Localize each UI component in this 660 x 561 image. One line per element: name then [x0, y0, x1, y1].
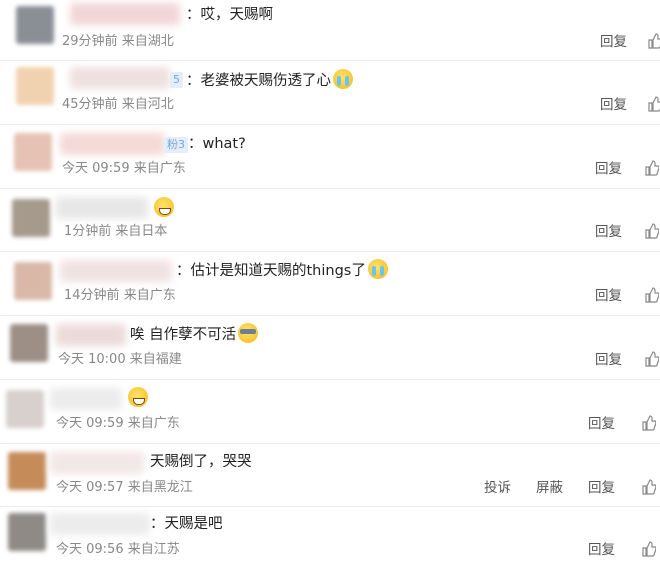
comment-text: 天赐倒了，哭哭 [150, 451, 252, 473]
reply-button[interactable]: 回复 [600, 33, 627, 51]
comment-time: 45分钟前 [62, 97, 118, 112]
reply-button[interactable]: 回复 [600, 96, 627, 114]
comment-location: 来自日本 [115, 224, 168, 239]
reply-button[interactable]: 回复 [595, 351, 622, 369]
comment-meta: 29分钟前 来自湖北 [62, 33, 174, 51]
comment-time: 今天 09:59 [62, 161, 130, 176]
comment-item: ：天赐是吧 今天 09:56 来自江苏 回复 [0, 507, 660, 559]
avatar[interactable] [12, 199, 50, 237]
crying-emoji-icon [333, 69, 353, 89]
comment-text: ：哎，天赐啊 [186, 4, 273, 26]
username-blurred[interactable] [56, 197, 148, 219]
comment-time: 今天 09:59 [56, 416, 124, 431]
comment-item: 1分钟前 来自日本 回复 [0, 189, 660, 251]
thumbs-up-icon[interactable] [648, 33, 660, 49]
thumbs-up-icon[interactable] [642, 541, 657, 557]
comment-meta: 今天 09:56 来自江苏 [56, 541, 180, 559]
comment-location: 来自黑龙江 [127, 480, 193, 495]
comment-location: 来自湖北 [121, 34, 174, 49]
comment-item: 5 ：老婆被天赐伤透了心 45分钟前 来自河北 回复 [0, 61, 660, 124]
username-blurred[interactable] [50, 452, 144, 474]
thumbs-up-icon[interactable] [645, 160, 660, 176]
thumbs-up-icon[interactable] [648, 96, 660, 112]
avatar[interactable] [6, 390, 44, 428]
username-blurred[interactable] [50, 513, 150, 535]
comment-time: 14分钟前 [64, 288, 120, 303]
comment-location: 来自广东 [127, 416, 180, 431]
reply-button[interactable]: 回复 [588, 415, 615, 433]
comment-text-content: ：哎，天赐啊 [186, 7, 273, 23]
thumbs-up-icon[interactable] [645, 351, 660, 367]
thumbs-up-icon[interactable] [645, 287, 660, 303]
comment-item: 天赐倒了，哭哭 今天 09:57 来自黑龙江 投诉 屏蔽 回复 [0, 444, 660, 506]
username-blurred[interactable] [56, 324, 126, 346]
comment-time: 今天 09:57 [56, 480, 124, 495]
comment-location: 来自广东 [133, 161, 186, 176]
grinning-emoji-icon [154, 197, 174, 217]
reply-button[interactable]: 回复 [588, 541, 615, 559]
avatar[interactable] [14, 133, 52, 171]
comment-location: 来自江苏 [127, 542, 180, 557]
avatar[interactable] [8, 513, 46, 551]
comment-text: ：what? [188, 133, 246, 155]
comment-location: 来自广东 [123, 288, 176, 303]
avatar[interactable] [8, 452, 46, 490]
comment-location: 来自河北 [121, 97, 174, 112]
comment-text: ：老婆被天赐伤透了心 [186, 69, 353, 91]
reply-button[interactable]: 回复 [595, 223, 622, 241]
comment-text [152, 197, 174, 219]
comment-text-content: ：what? [188, 136, 246, 152]
comment-meta: 今天 09:59 来自广东 [56, 415, 180, 433]
avatar[interactable] [14, 262, 52, 300]
thumbs-up-icon[interactable] [642, 415, 657, 431]
comment-text-content: 天赐倒了，哭哭 [150, 454, 252, 470]
comment-time: 今天 10:00 [58, 352, 126, 367]
comment-text: 唉 自作孽不可活 [130, 323, 259, 345]
username-blurred[interactable] [60, 260, 172, 282]
comment-meta: 今天 09:57 来自黑龙江 [56, 479, 193, 497]
username-blurred[interactable] [70, 67, 170, 89]
avatar[interactable] [16, 6, 54, 44]
comment-meta: 45分钟前 来自河北 [62, 96, 174, 114]
reply-button[interactable]: 回复 [595, 160, 622, 178]
comment-item: 今天 09:59 来自广东 回复 [0, 380, 660, 443]
comment-text-content: ：老婆被天赐伤透了心 [186, 73, 331, 89]
report-button[interactable]: 投诉 [484, 479, 511, 497]
comment-text: ：估计是知道天赐的things了 [176, 259, 388, 281]
comment-meta: 今天 09:59 来自广东 [62, 160, 186, 178]
grinning-emoji-icon [128, 387, 148, 407]
comment-location: 来自福建 [129, 352, 182, 367]
comment-meta: 1分钟前 来自日本 [64, 223, 167, 241]
comment-item: ：哎，天赐啊 29分钟前 来自湖北 回复 [0, 0, 660, 60]
username-blurred[interactable] [60, 133, 165, 155]
comment-meta: 14分钟前 来自广东 [64, 287, 176, 305]
crying-emoji-icon [367, 259, 388, 279]
comment-text-content: 唉 自作孽不可活 [130, 327, 237, 343]
comment-text [126, 387, 148, 409]
comment-item: 唉 自作孽不可活 今天 10:00 来自福建 回复 [0, 316, 660, 379]
username-blurred[interactable] [70, 3, 180, 25]
block-button[interactable]: 屏蔽 [536, 479, 563, 497]
comment-time: 29分钟前 [62, 34, 118, 49]
fan-badge: 5 [170, 72, 183, 88]
comment-text: ：天赐是吧 [150, 513, 223, 535]
comment-text-content: ：估计是知道天赐的things了 [176, 263, 366, 279]
reply-button[interactable]: 回复 [588, 479, 615, 497]
avatar[interactable] [16, 67, 54, 105]
thumbs-up-icon[interactable] [642, 479, 657, 495]
reply-button[interactable]: 回复 [595, 287, 622, 305]
comment-time: 1分钟前 [64, 224, 112, 239]
comment-text-content: ：天赐是吧 [150, 516, 223, 532]
fan-badge: 粉3 [164, 137, 188, 153]
thumbs-up-icon[interactable] [645, 223, 660, 239]
comment-time: 今天 09:56 [56, 542, 124, 557]
comment-meta: 今天 10:00 来自福建 [58, 351, 182, 369]
username-blurred[interactable] [50, 388, 122, 410]
cool-emoji-icon [238, 323, 259, 343]
avatar[interactable] [10, 324, 48, 362]
comment-item: ：估计是知道天赐的things了 14分钟前 来自广东 回复 [0, 252, 660, 315]
comment-item: 粉3 ：what? 今天 09:59 来自广东 回复 [0, 125, 660, 188]
